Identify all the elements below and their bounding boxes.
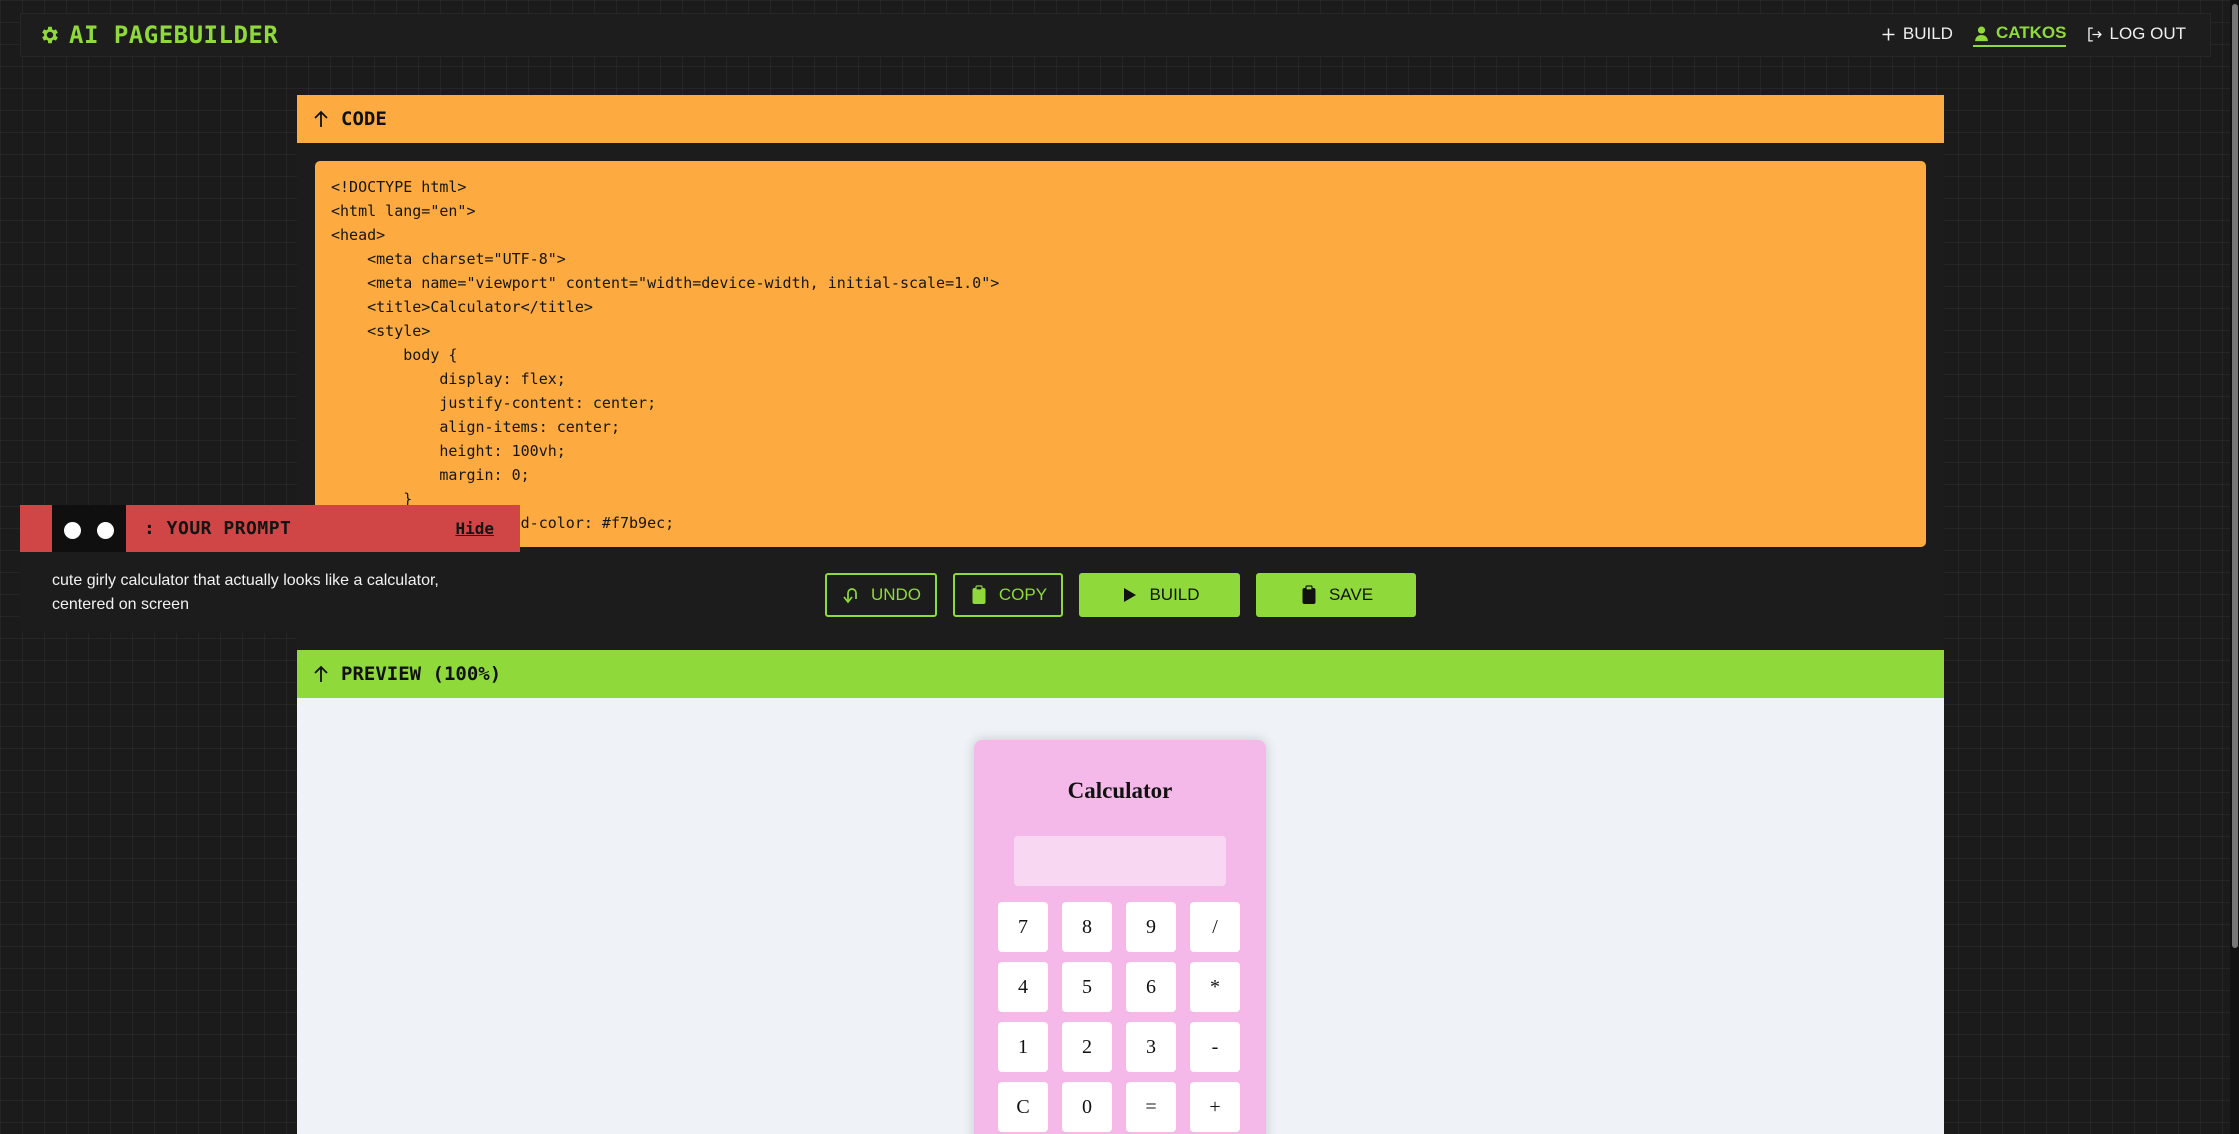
save-label: SAVE [1328, 585, 1374, 604]
calculator-keypad: 7 8 9 / 4 5 6 * 1 2 3 - C 0 = + [998, 902, 1240, 1132]
key-4[interactable]: 4 [998, 962, 1048, 1012]
avatar-eye-left [64, 522, 81, 539]
clipboard-icon [972, 585, 986, 604]
gear-icon [42, 26, 58, 44]
key-9[interactable]: 9 [1126, 902, 1176, 952]
copy-label: COPY [998, 585, 1048, 604]
build-label: BUILD [1149, 585, 1200, 604]
nav-build-label: BUILD [1902, 24, 1953, 43]
calculator-display[interactable] [1014, 836, 1226, 886]
key-1[interactable]: 1 [998, 1022, 1048, 1072]
scrollbar-thumb[interactable] [2232, 4, 2238, 948]
clipboard-save-icon [1302, 585, 1316, 604]
key-subtract[interactable]: - [1190, 1022, 1240, 1072]
page-scrollbar[interactable] [2230, 0, 2239, 1134]
key-5[interactable]: 5 [1062, 962, 1112, 1012]
action-bar: UNDO COPY BUILD SAVE [297, 573, 1944, 617]
key-0[interactable]: 0 [1062, 1082, 1112, 1132]
preview-header-label: PREVIEW (100%) [341, 663, 502, 685]
app-title: AI PAGEBUILDER [69, 21, 279, 49]
undo-label: UNDO [870, 585, 922, 604]
nav-logout-link[interactable]: LOG OUT [2086, 24, 2186, 46]
preview-section-header[interactable]: PREVIEW (100%) [297, 650, 1944, 698]
key-2[interactable]: 2 [1062, 1022, 1112, 1072]
nav-user-link[interactable]: CATKOS [1972, 23, 2067, 47]
arrow-up-icon [314, 110, 328, 127]
nav-build-link[interactable]: BUILD [1880, 24, 1953, 46]
code-header-label: CODE [341, 108, 387, 130]
play-icon [1124, 588, 1137, 602]
prompt-header: : YOUR PROMPT Hide [20, 505, 520, 552]
key-6[interactable]: 6 [1126, 962, 1176, 1012]
undo-icon [843, 588, 857, 604]
brand[interactable]: AI PAGEBUILDER [39, 21, 278, 49]
prompt-panel: : YOUR PROMPT Hide cute girly calculator… [20, 505, 520, 633]
prompt-title: : YOUR PROMPT [144, 518, 292, 539]
logout-icon [2088, 26, 2103, 42]
key-3[interactable]: 3 [1126, 1022, 1176, 1072]
code-content: <!DOCTYPE html> <html lang="en"> <head> … [331, 178, 1000, 532]
nav-logout-label: LOG OUT [2109, 24, 2186, 43]
arrow-up-icon [314, 665, 328, 682]
save-button[interactable]: SAVE [1256, 573, 1416, 617]
prompt-text: cute girly calculator that actually look… [52, 572, 439, 613]
nav-links: BUILD CATKOS LOG OUT [1880, 23, 2186, 47]
calculator-title: Calculator [1067, 778, 1173, 803]
plus-icon [1882, 28, 1895, 40]
undo-button[interactable]: UNDO [825, 573, 937, 617]
nav-user-label: CATKOS [1995, 23, 2067, 42]
builder-card: CODE <!DOCTYPE html> <html lang="en"> <h… [297, 95, 1944, 1134]
key-divide[interactable]: / [1190, 902, 1240, 952]
bot-avatar-icon [52, 505, 126, 552]
preview-frame[interactable]: Calculator 7 8 9 / 4 5 6 * 1 2 3 - C 0 =… [297, 698, 1944, 1134]
key-multiply[interactable]: * [1190, 962, 1240, 1012]
top-navbar: AI PAGEBUILDER BUILD CATKOS LOG OUT [20, 13, 2211, 57]
key-8[interactable]: 8 [1062, 902, 1112, 952]
calculator: Calculator 7 8 9 / 4 5 6 * 1 2 3 - C 0 =… [974, 740, 1266, 1134]
key-7[interactable]: 7 [998, 902, 1048, 952]
user-icon [1975, 26, 1988, 41]
hide-prompt-link[interactable]: Hide [455, 519, 494, 538]
code-editor[interactable]: <!DOCTYPE html> <html lang="en"> <head> … [315, 161, 1926, 547]
copy-button[interactable]: COPY [953, 573, 1063, 617]
build-button[interactable]: BUILD [1079, 573, 1240, 617]
key-clear[interactable]: C [998, 1082, 1048, 1132]
avatar-eye-right [97, 522, 114, 539]
key-add[interactable]: + [1190, 1082, 1240, 1132]
key-equals[interactable]: = [1126, 1082, 1176, 1132]
code-section-header[interactable]: CODE [297, 95, 1944, 143]
